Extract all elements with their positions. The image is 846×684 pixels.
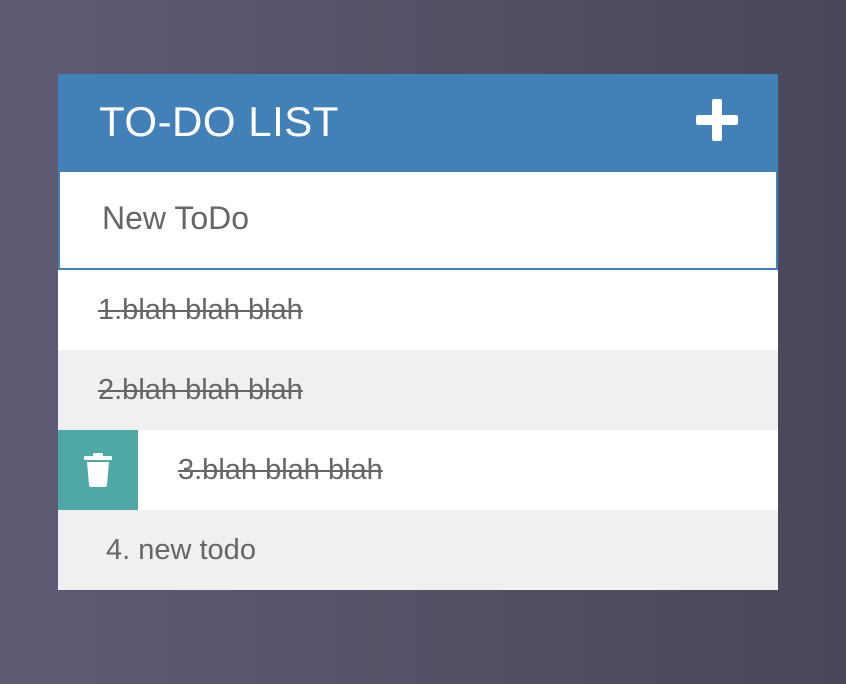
todo-text: 1.blah blah blah [98, 294, 303, 326]
todo-card: TO-DO LIST 1.blah blah blah [58, 74, 778, 590]
todo-item[interactable]: 2.blah blah blah [58, 350, 778, 430]
todo-header: TO-DO LIST [58, 74, 778, 172]
delete-button[interactable] [58, 430, 138, 510]
trash-icon [84, 453, 112, 487]
todo-list: 1.blah blah blah 2.blah blah blah 3.blah… [58, 270, 778, 590]
add-todo-button[interactable] [696, 99, 738, 141]
todo-item[interactable]: 1.blah blah blah [58, 270, 778, 350]
todo-text: 4. new todo [106, 534, 256, 566]
new-todo-input[interactable] [60, 172, 776, 268]
new-todo-field-wrapper [58, 172, 778, 270]
plus-icon [696, 99, 738, 141]
todo-text: 3.blah blah blah [178, 454, 383, 486]
todo-item[interactable]: 3.blah blah blah [58, 430, 778, 510]
todo-text: 2.blah blah blah [98, 374, 303, 406]
todo-item[interactable]: 4. new todo [58, 510, 778, 590]
page-title: TO-DO LIST [99, 98, 339, 145]
